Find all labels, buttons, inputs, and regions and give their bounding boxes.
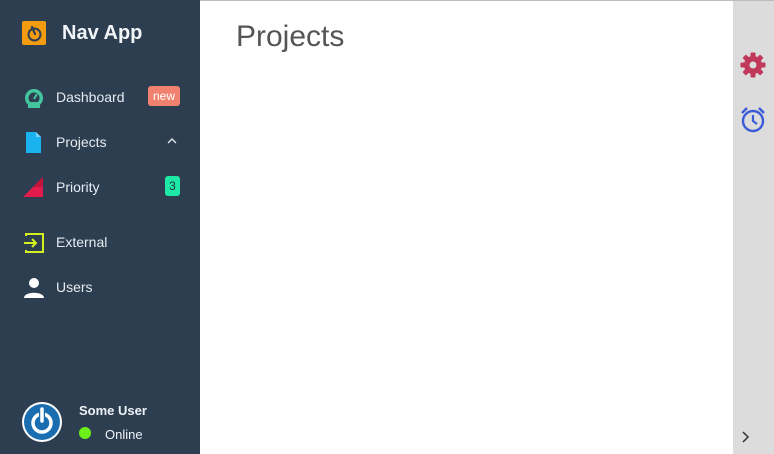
file-icon xyxy=(23,132,45,154)
sidebar-item-dashboard[interactable]: Dashboard new xyxy=(0,77,200,117)
page-title: Projects xyxy=(236,20,345,53)
main-content: Projects xyxy=(200,0,733,454)
user-name: Some User xyxy=(79,403,147,418)
right-toolbar xyxy=(733,0,774,454)
sidebar-item-label: External xyxy=(56,234,108,250)
app-title: Nav App xyxy=(62,21,143,44)
user-panel[interactable]: Some User Online xyxy=(0,395,200,454)
chevron-up-icon[interactable] xyxy=(166,134,178,146)
sidebar-item-users[interactable]: Users xyxy=(0,267,200,307)
online-status-icon xyxy=(79,427,91,439)
sidebar: Nav App Dashboard new Projects Priority … xyxy=(0,0,200,454)
speedometer-icon xyxy=(23,87,45,109)
signal-icon xyxy=(23,177,45,199)
person-icon xyxy=(23,277,45,299)
sidebar-item-label: Dashboard xyxy=(56,89,125,105)
sidebar-item-label: Projects xyxy=(56,134,107,150)
login-icon xyxy=(23,232,45,254)
sidebar-item-external[interactable]: External xyxy=(0,222,200,262)
sidebar-item-projects[interactable]: Projects xyxy=(0,122,200,162)
gear-icon[interactable] xyxy=(739,51,767,79)
sidebar-item-label: Priority xyxy=(56,179,100,195)
new-badge: new xyxy=(148,86,180,106)
count-badge: 3 xyxy=(165,176,180,196)
power-icon xyxy=(22,21,46,45)
sidebar-item-priority[interactable]: Priority 3 xyxy=(0,167,200,207)
alarm-clock-icon[interactable] xyxy=(739,106,767,134)
sidebar-item-label: Users xyxy=(56,279,93,295)
brand[interactable]: Nav App xyxy=(22,20,142,46)
chevron-right-icon[interactable] xyxy=(739,430,753,444)
user-status: Online xyxy=(105,427,143,442)
avatar xyxy=(22,402,62,442)
